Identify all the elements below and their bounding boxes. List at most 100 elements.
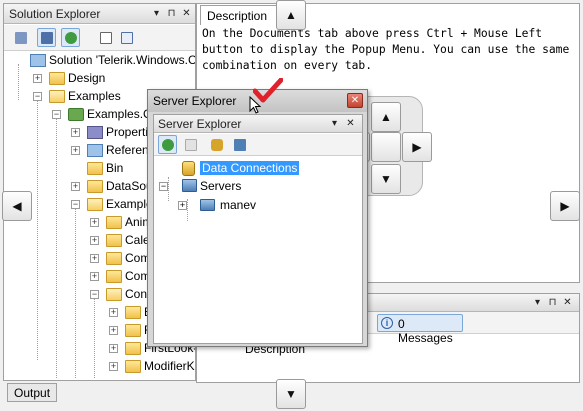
tree-node-label: manev: [220, 198, 257, 212]
properties-icon[interactable]: [37, 28, 56, 47]
info-icon: i: [381, 317, 393, 329]
tree-node-label: ModifierKey: [144, 359, 195, 373]
server-explorer-pane-title: Server Explorer: [158, 117, 242, 131]
collapse-icon[interactable]: −: [159, 182, 168, 191]
collapse-icon[interactable]: −: [52, 110, 61, 119]
folder-icon: [106, 252, 122, 265]
folder-icon: [49, 72, 65, 85]
folder-icon: [125, 360, 141, 373]
compass-center-button[interactable]: [371, 132, 401, 162]
refresh-icon[interactable]: [61, 28, 80, 47]
arrow-down-icon: ▼: [380, 172, 392, 186]
pin-icon[interactable]: ⊓: [546, 296, 559, 309]
compass-bottom-button[interactable]: ▼: [371, 164, 401, 194]
delete-icon[interactable]: [181, 135, 200, 154]
tab-output-label: Output: [14, 386, 51, 400]
solution-explorer-title-bar[interactable]: Solution Explorer ▾ ⊓ ✕: [4, 4, 195, 24]
expand-icon[interactable]: +: [109, 308, 118, 317]
expand-icon[interactable]: +: [90, 254, 99, 263]
tree-node-label: Examples: [68, 89, 121, 103]
tree-node-servers[interactable]: − Servers: [159, 178, 339, 196]
close-button[interactable]: ✕: [347, 93, 363, 108]
folder-open-icon: [87, 198, 103, 211]
server-explorer-window-title: Server Explorer: [153, 94, 237, 108]
folder-open-icon: [49, 90, 65, 103]
properties-icon: [87, 126, 103, 139]
class-view-icon[interactable]: [117, 28, 136, 47]
tree-node-data-connections[interactable]: Data Connections: [178, 160, 358, 178]
expand-icon[interactable]: +: [178, 201, 187, 210]
tree-node[interactable]: Solution 'Telerik.Windows.Co: [14, 52, 195, 70]
references-icon: [87, 144, 103, 157]
arrow-down-icon: ▼: [285, 387, 297, 401]
server-explorer-pane-title-bar[interactable]: Server Explorer ▾ ✕: [154, 115, 362, 133]
tree-node-label: Servers: [200, 179, 242, 193]
collapse-icon[interactable]: −: [71, 200, 80, 209]
pane-menu-chevron-icon[interactable]: ▾: [328, 117, 341, 130]
expand-icon[interactable]: +: [90, 236, 99, 245]
server-explorer-toolbar: [154, 134, 362, 156]
tree-node-label: Solution 'Telerik.Windows.Co: [49, 53, 195, 67]
server-explorer-pane: Server Explorer ▾ ✕ Data Connections − S…: [153, 114, 363, 344]
server-icon: [200, 199, 215, 211]
server-explorer-floating-window[interactable]: Server Explorer ✕ Server Explorer ▾ ✕ Da…: [147, 89, 368, 347]
connect-server-icon[interactable]: [230, 135, 249, 154]
show-all-files-icon[interactable]: [11, 28, 30, 47]
expand-icon[interactable]: +: [71, 128, 80, 137]
connect-database-icon[interactable]: [207, 135, 226, 154]
expand-icon[interactable]: +: [90, 218, 99, 227]
expand-icon[interactable]: +: [33, 74, 42, 83]
folder-icon: [106, 234, 122, 247]
tree-node-label: Design: [68, 71, 106, 85]
tree-node-label: Bin: [106, 161, 124, 175]
dock-bottom-button[interactable]: ▼: [276, 379, 306, 409]
expand-icon[interactable]: +: [71, 182, 80, 191]
solution-explorer-title: Solution Explorer: [9, 7, 101, 21]
expand-icon[interactable]: +: [109, 362, 118, 371]
dock-left-button[interactable]: ◀: [2, 191, 32, 221]
csharp-project-icon: [68, 108, 84, 121]
pin-icon[interactable]: ⊓: [165, 7, 178, 20]
servers-icon: [182, 179, 197, 192]
folder-icon: [125, 342, 141, 355]
arrow-right-icon: ▶: [412, 140, 422, 154]
tree-node[interactable]: + Design: [33, 70, 195, 88]
dock-right-button[interactable]: ▶: [550, 191, 580, 221]
tree-node-manev[interactable]: + manev: [178, 197, 338, 215]
tree-node-label: Data Connections: [200, 161, 300, 175]
close-icon[interactable]: ✕: [344, 117, 357, 130]
arrow-up-icon: ▲: [285, 8, 297, 22]
folder-icon: [87, 180, 103, 193]
close-icon[interactable]: ✕: [180, 7, 193, 20]
dock-top-button[interactable]: ▲: [276, 0, 306, 30]
refresh-icon[interactable]: [158, 135, 177, 154]
pane-menu-chevron-icon[interactable]: ▾: [150, 7, 163, 20]
tab-description-label: Description: [207, 9, 268, 23]
pane-menu-chevron-icon[interactable]: ▾: [531, 296, 544, 309]
expand-icon[interactable]: +: [109, 344, 118, 353]
tab-output[interactable]: Output: [7, 383, 57, 402]
tree-node[interactable]: + ModifierKey: [109, 358, 195, 376]
solution-icon: [30, 54, 46, 67]
compass-right-button[interactable]: ▶: [402, 132, 432, 162]
expand-icon[interactable]: +: [90, 272, 99, 281]
database-icon: [182, 161, 195, 176]
description-text: On the Documents tab above press Ctrl + …: [202, 27, 570, 72]
arrow-left-icon: ◀: [12, 199, 22, 213]
expand-icon[interactable]: +: [71, 146, 80, 155]
close-icon[interactable]: ✕: [561, 296, 574, 309]
arrow-right-icon: ▶: [560, 199, 570, 213]
messages-filter-button[interactable]: i 0 Messages: [377, 314, 463, 345]
folder-icon: [125, 324, 141, 337]
folder-icon: [125, 306, 141, 319]
expand-icon[interactable]: +: [109, 326, 118, 335]
collapse-icon[interactable]: −: [33, 92, 42, 101]
collapse-icon[interactable]: −: [90, 290, 99, 299]
folder-open-icon: [106, 288, 122, 301]
solution-explorer-toolbar: [4, 25, 195, 51]
folder-icon: [106, 216, 122, 229]
view-code-icon[interactable]: [96, 28, 115, 47]
tab-description[interactable]: Description: [200, 5, 280, 25]
folder-icon: [87, 162, 103, 175]
compass-top-button[interactable]: ▲: [371, 102, 401, 132]
